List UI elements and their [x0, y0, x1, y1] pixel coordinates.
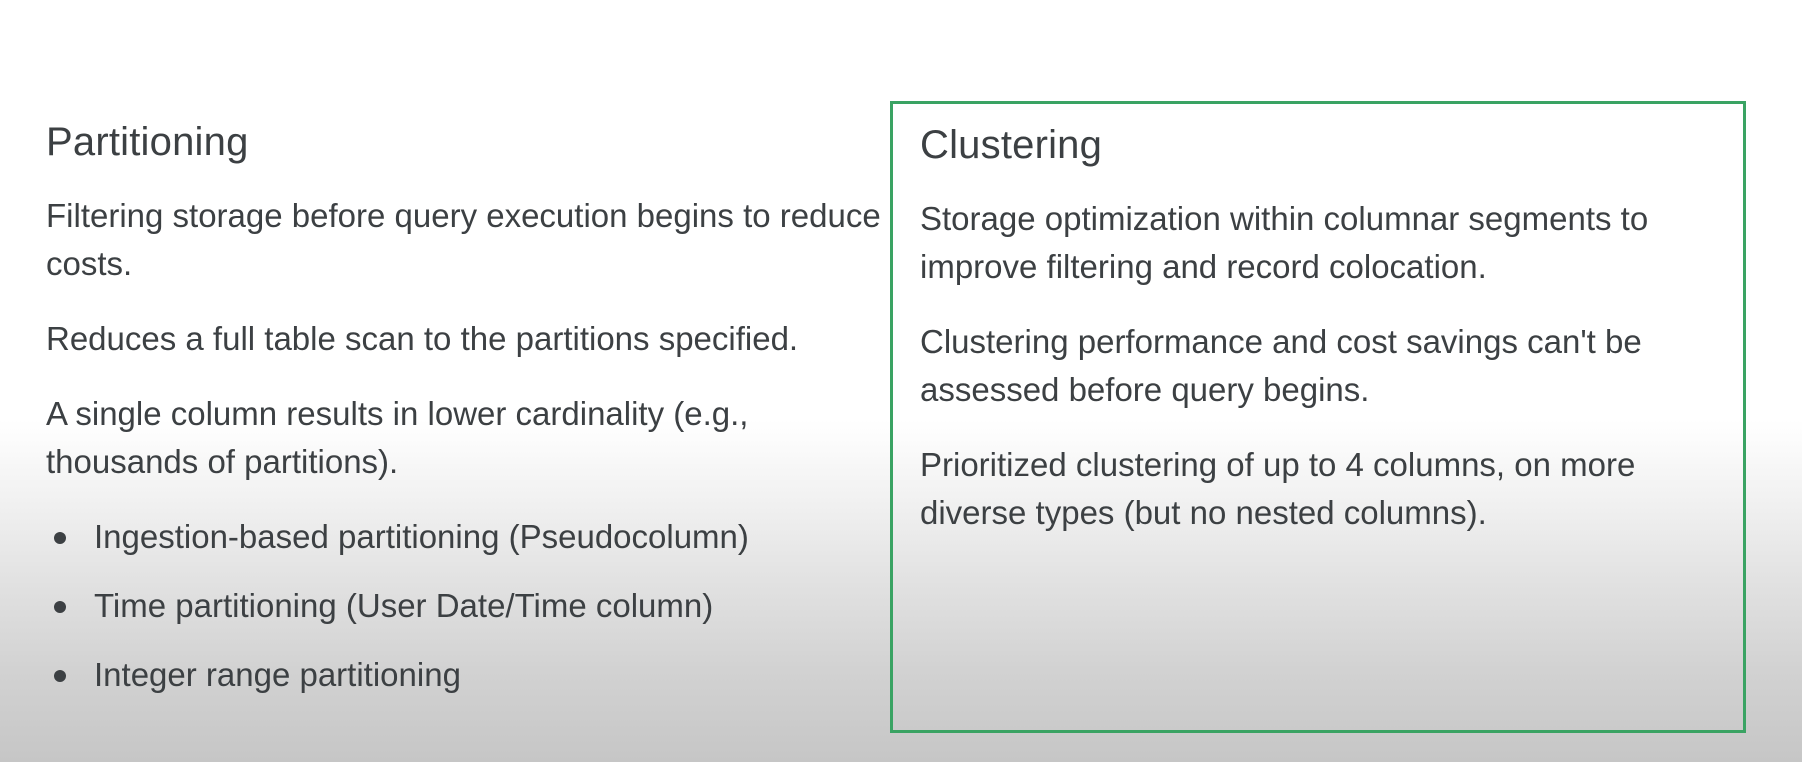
partitioning-title: Partitioning	[46, 120, 249, 164]
partitioning-paragraph: Filtering storage before query execution…	[46, 197, 881, 282]
partitioning-paragraph: Reduces a full table scan to the partiti…	[46, 320, 799, 357]
clustering-section: Clustering Storage optimization within c…	[920, 117, 1720, 537]
clustering-paragraph: Clustering performance and cost savings …	[920, 323, 1642, 408]
bullet-item: Ingestion-based partitioning (Pseudocolu…	[46, 513, 886, 561]
partitioning-bullet-list: Ingestion-based partitioning (Pseudocolu…	[46, 513, 886, 699]
partitioning-section: Partitioning Filtering storage before qu…	[46, 114, 886, 720]
bullet-dot-icon	[54, 532, 66, 544]
bullet-item: Integer range partitioning	[46, 651, 886, 699]
partitioning-paragraph: A single column results in lower cardina…	[46, 395, 749, 480]
bullet-text: Ingestion-based partitioning (Pseudocolu…	[94, 518, 749, 555]
clustering-title: Clustering	[920, 123, 1103, 167]
bullet-text: Integer range partitioning	[94, 656, 461, 693]
bullet-dot-icon	[54, 601, 66, 613]
bullet-item: Time partitioning (User Date/Time column…	[46, 582, 886, 630]
bullet-dot-icon	[54, 670, 66, 682]
bullet-text: Time partitioning (User Date/Time column…	[94, 587, 714, 624]
clustering-paragraph: Storage optimization within columnar seg…	[920, 200, 1649, 285]
clustering-paragraph: Prioritized clustering of up to 4 column…	[920, 446, 1636, 531]
clustering-highlight-box: Clustering Storage optimization within c…	[890, 101, 1746, 733]
